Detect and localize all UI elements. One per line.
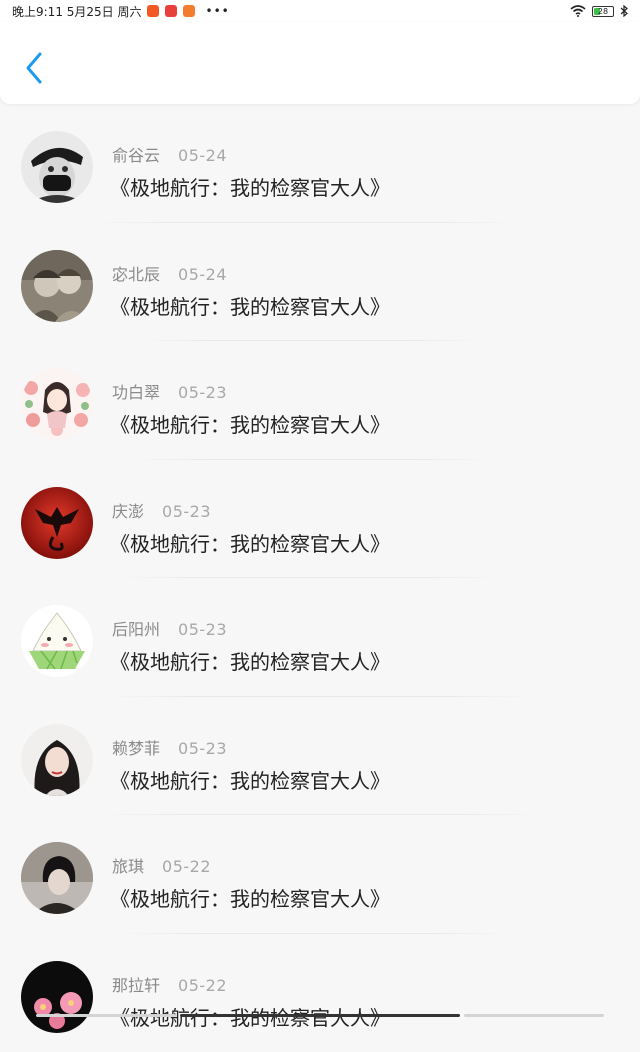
book-title[interactable]: 《极地航行：我的检察官大人》 [110, 172, 390, 201]
post-date: 05-23 [178, 383, 227, 402]
post-date: 05-23 [162, 502, 211, 521]
header-bar [0, 22, 640, 104]
post-date: 05-22 [162, 857, 211, 876]
status-right: 28 [570, 5, 628, 17]
user-name[interactable]: 后阳州 [112, 616, 160, 640]
status-bar: 晚上9:11 5月25日 周六 ••• 28 [0, 0, 640, 22]
bluetooth-icon [620, 5, 628, 17]
status-left: 晚上9:11 5月25日 周六 ••• [12, 3, 230, 20]
list-item[interactable]: 赖梦菲 05-23 《极地航行：我的检察官大人》 [0, 697, 640, 816]
list-item[interactable]: 旅琪 05-22 《极地航行：我的检察官大人》 [0, 815, 640, 934]
book-title[interactable]: 《极地航行：我的检察官大人》 [110, 765, 390, 794]
avatar[interactable] [21, 724, 93, 796]
list-item[interactable]: 后阳州 05-23 《极地航行：我的检察官大人》 [0, 578, 640, 697]
list-item[interactable]: 俞谷云 05-24 《极地航行：我的检察官大人》 [0, 104, 640, 223]
book-title[interactable]: 《极地航行：我的检察官大人》 [110, 528, 390, 557]
post-date: 05-23 [178, 620, 227, 639]
home-indicator-segment [36, 1014, 176, 1017]
item-meta: 宓北辰 05-24 [112, 261, 227, 285]
reply-list: 俞谷云 05-24 《极地航行：我的检察官大人》 宓北辰 05-24 《极地航行… [0, 104, 640, 1052]
wifi-icon [570, 5, 586, 17]
avatar[interactable] [21, 605, 93, 677]
item-meta: 赖梦菲 05-23 [112, 735, 227, 759]
post-date: 05-24 [178, 146, 227, 165]
app-notification-icon [147, 5, 159, 17]
list-item[interactable]: 宓北辰 05-24 《极地航行：我的检察官大人》 [0, 223, 640, 342]
status-time: 晚上9:11 5月25日 周六 [12, 3, 141, 20]
user-name[interactable]: 宓北辰 [112, 261, 160, 285]
user-name[interactable]: 赖梦菲 [112, 735, 160, 759]
user-name[interactable]: 俞谷云 [112, 142, 160, 166]
avatar[interactable] [21, 131, 93, 203]
list-item[interactable]: 庆澎 05-23 《极地航行：我的检察官大人》 [0, 460, 640, 579]
item-meta: 旅琪 05-22 [112, 853, 211, 877]
book-title[interactable]: 《极地航行：我的检察官大人》 [110, 646, 390, 675]
user-name[interactable]: 那拉轩 [112, 972, 160, 996]
avatar[interactable] [21, 487, 93, 559]
avatar[interactable] [21, 961, 93, 1033]
item-meta: 俞谷云 05-24 [112, 142, 227, 166]
item-meta: 后阳州 05-23 [112, 616, 227, 640]
battery-icon: 28 [592, 6, 614, 17]
item-meta: 那拉轩 05-22 [112, 972, 227, 996]
list-item[interactable]: 那拉轩 05-22 《极地航行：我的检察官大人》 [0, 934, 640, 1052]
home-indicator-segment [464, 1014, 604, 1017]
item-meta: 庆澎 05-23 [112, 498, 211, 522]
home-indicator-segment [180, 1014, 460, 1017]
book-title[interactable]: 《极地航行：我的检察官大人》 [110, 409, 390, 438]
chevron-left-icon [24, 51, 44, 85]
app-notification-icon [165, 5, 177, 17]
book-title[interactable]: 《极地航行：我的检察官大人》 [110, 883, 390, 912]
avatar[interactable] [21, 368, 93, 440]
more-notifications-icon: ••• [205, 4, 229, 18]
list-item[interactable]: 功白翠 05-23 《极地航行：我的检察官大人》 [0, 341, 640, 460]
user-name[interactable]: 功白翠 [112, 379, 160, 403]
battery-level: 28 [598, 7, 608, 16]
user-name[interactable]: 旅琪 [112, 853, 144, 877]
user-name[interactable]: 庆澎 [112, 498, 144, 522]
item-meta: 功白翠 05-23 [112, 379, 227, 403]
post-date: 05-24 [178, 265, 227, 284]
home-indicator[interactable] [0, 1014, 640, 1018]
app-notification-icon [183, 5, 195, 17]
back-button[interactable] [18, 48, 50, 88]
book-title[interactable]: 《极地航行：我的检察官大人》 [110, 291, 390, 320]
avatar[interactable] [21, 250, 93, 322]
post-date: 05-22 [178, 976, 227, 995]
avatar[interactable] [21, 842, 93, 914]
post-date: 05-23 [178, 739, 227, 758]
